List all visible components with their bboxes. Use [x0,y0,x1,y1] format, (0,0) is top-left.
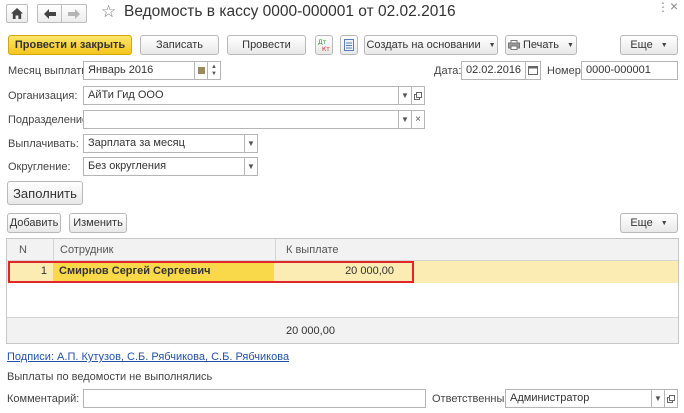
open-link-icon [414,91,422,100]
document-icon [344,39,354,51]
fill-button[interactable]: Заполнить [7,181,83,205]
chevron-down-icon: ▼ [401,115,409,124]
date-picker-button[interactable] [525,61,541,80]
print-button[interactable]: Печать ▼ [505,35,577,55]
clear-x-icon: × [415,114,421,125]
row-number-cell[interactable]: 1 [10,263,52,281]
column-header-n[interactable]: N [19,244,27,256]
home-button[interactable] [6,4,28,23]
create-based-on-label: Создать на основании [366,39,481,51]
row-number: 1 [40,265,47,277]
employee-name: Смирнов Сергей Сергеевич [59,265,211,277]
more-actions-button[interactable]: Еще ▼ [620,35,678,55]
create-based-on-button[interactable]: Создать на основании ▼ [364,35,498,55]
organization-open-button[interactable] [411,86,425,105]
dt-kt-button[interactable]: Дт Кт [315,35,333,55]
organization-label: Организация: [8,90,78,102]
date-field[interactable]: 02.02.2016 [461,61,526,80]
organization-dropdown-button[interactable]: ▼ [398,86,412,105]
page-title: Ведомость в кассу 0000-000001 от 02.02.2… [124,3,456,20]
month-field[interactable]: Январь 2016 [83,61,195,80]
post-and-close-button[interactable]: Провести и закрыть [8,35,132,55]
svg-text:Дт: Дт [318,39,327,46]
column-divider [53,239,54,261]
chevron-down-icon: ▼ [488,41,496,49]
svg-text:Кт: Кт [322,46,330,52]
employee-cell[interactable]: Смирнов Сергей Сергеевич [53,263,274,281]
department-field[interactable] [83,110,399,129]
chevron-down-icon: ▼ [660,41,668,49]
amount-cell[interactable]: 20 000,00 [275,263,412,281]
post-button[interactable]: Провести [227,35,306,55]
column-header-amount[interactable]: К выплате [286,244,339,256]
calendar-icon [528,66,538,75]
department-clear-button[interactable]: × [411,110,425,129]
date-label: Дата: [434,65,462,77]
edit-row-button[interactable]: Изменить [69,213,127,233]
rounding-label: Округление: [8,161,71,173]
rounding-field[interactable]: Без округления [83,157,245,176]
signatures-link[interactable]: Подписи: А.П. Кутузов, С.Б. Рябчикова, С… [7,351,289,363]
payroll-table[interactable]: N Сотрудник К выплате 1 Смирнов Сергей С… [6,238,679,344]
comment-label: Комментарий: [7,393,80,405]
add-row-button[interactable]: Добавить [7,213,61,233]
table-more-button[interactable]: Еще ▼ [620,213,678,233]
chevron-down-icon: ▼ [401,91,409,100]
table-header: N Сотрудник К выплате [7,239,678,261]
chevron-down-icon: ▼ [211,70,217,77]
calendar-picker-icon [197,67,205,74]
status-text: Выплаты по ведомости не выполнялись [7,371,213,383]
document-report-button[interactable] [340,35,358,55]
comment-field[interactable] [83,389,426,408]
printer-icon [508,40,520,50]
more-icon[interactable]: ⋮ [657,0,669,14]
organization-field[interactable]: АйТи Гид ООО [83,86,399,105]
back-button[interactable] [37,4,62,23]
responsible-open-button[interactable] [664,389,678,408]
table-footer: 20 000,00 [7,317,678,343]
table-row[interactable]: 1 Смирнов Сергей Сергеевич 20 000,00 [7,261,678,283]
month-label: Месяц выплаты: [8,65,93,77]
column-header-employee[interactable]: Сотрудник [60,244,113,256]
chevron-up-icon: ▲ [211,63,217,70]
amount-value: 20 000,00 [345,265,394,277]
chevron-down-icon: ▼ [660,219,668,227]
arrow-right-icon [68,8,80,19]
chevron-down-icon: ▼ [654,394,662,403]
close-icon[interactable]: × [670,0,678,14]
print-label: Печать [523,39,560,51]
responsible-field[interactable]: Администратор [505,389,652,408]
department-dropdown-button[interactable]: ▼ [398,110,412,129]
responsible-label: Ответственный: [432,393,514,405]
total-amount: 20 000,00 [286,325,335,337]
month-picker-button[interactable] [194,61,208,80]
rounding-dropdown-button[interactable]: ▼ [244,157,258,176]
pay-type-dropdown-button[interactable]: ▼ [244,134,258,153]
forward-button[interactable] [62,4,87,23]
more-label: Еще [630,39,653,51]
column-divider [275,239,276,261]
department-label: Подразделение: [8,114,92,126]
number-field[interactable]: 0000-000001 [581,61,678,80]
month-stepper[interactable]: ▲ ▼ [207,61,221,80]
pay-type-label: Выплачивать: [8,138,79,150]
open-link-icon [667,394,675,403]
table-more-label: Еще [630,217,653,229]
chevron-down-icon: ▼ [247,162,255,171]
number-label: Номер: [547,65,584,77]
arrow-left-icon [43,8,56,19]
favorite-star-icon[interactable]: ☆ [101,2,116,22]
responsible-dropdown-button[interactable]: ▼ [651,389,665,408]
chevron-down-icon: ▼ [247,139,255,148]
chevron-down-icon: ▼ [567,41,574,49]
pay-type-field[interactable]: Зарплата за месяц [83,134,245,153]
save-button[interactable]: Записать [140,35,219,55]
home-icon [11,8,23,19]
debit-credit-icon: Дт Кт [318,39,330,52]
